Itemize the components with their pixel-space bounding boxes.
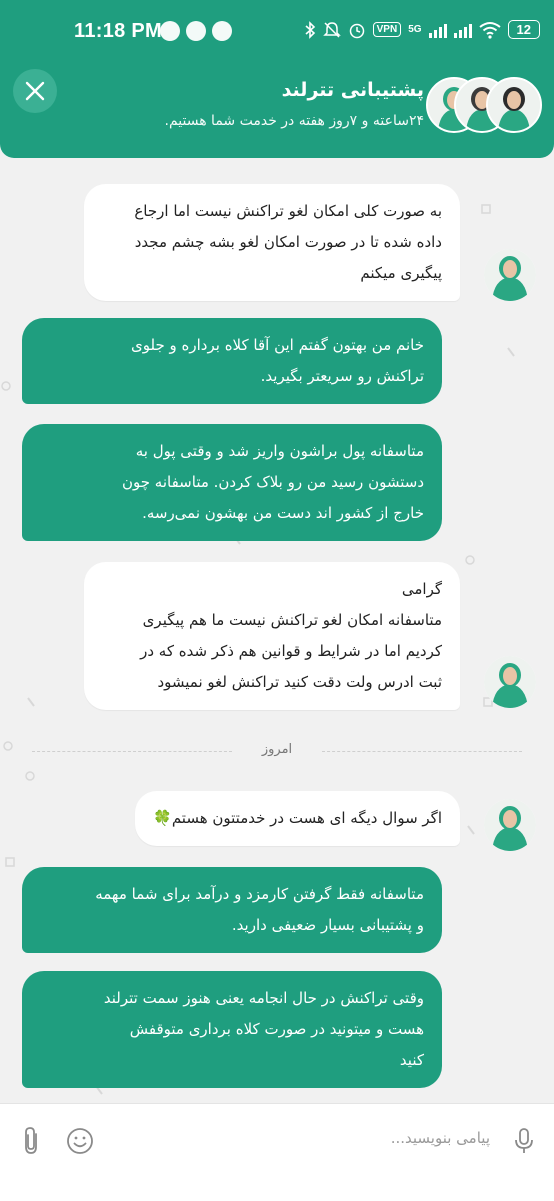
message-text: اگر سوال دیگه ای هست در خدمتتون هستم🍀 [153,809,442,827]
avatar [486,77,542,133]
avatar [484,249,536,301]
wifi-icon [478,21,501,39]
battery-indicator: 12 [507,20,540,39]
close-button[interactable] [13,69,57,113]
agent-avatars [426,77,542,133]
signal-icon [428,22,447,38]
bluetooth-icon [305,20,315,39]
network-type: 5G [408,24,422,35]
emoji-icon [67,1128,93,1154]
mic-icon [515,1128,533,1153]
message-bubble[interactable]: خانم من بهتون گفتم این آقا کلاه برداره و… [22,318,442,404]
message-bubble[interactable]: گرامی متاسفانه امکان لغو تراکنش نیست ما … [84,562,460,710]
message-text: به صورت کلی امکان لغو تراکنش نیست اما ار… [134,202,442,282]
message-list[interactable]: به صورت کلی امکان لغو تراکنش نیست اما ار… [0,158,554,1103]
avatar [484,799,536,851]
message-text: متاسفانه پول براشون واریز شد و وقتی پول … [122,442,424,522]
message-composer: پیامی بنویسید... [0,1103,554,1201]
avatar [484,656,536,708]
page-title: پشتیبانی تترلند [281,79,424,101]
message-text: گرامی متاسفانه امکان لغو تراکنش نیست ما … [140,580,442,691]
emoji-button[interactable] [64,1126,96,1156]
close-icon [25,81,45,101]
chat-icon [186,21,206,41]
message-bubble[interactable]: اگر سوال دیگه ای هست در خدمتتون هستم🍀 [135,791,460,846]
date-separator: امروز [32,741,522,763]
header-subtitle: ۲۴ساعته و ۷روز هفته در خدمت شما هستیم. [164,113,424,129]
attach-button[interactable] [18,1126,46,1156]
shield-icon [160,21,180,41]
signal-icon [453,22,472,38]
message-bubble[interactable]: متاسفانه پول براشون واریز شد و وقتی پول … [22,424,442,541]
attach-icon [25,1127,37,1154]
status-bar: 11:18 PM VPN 5G 12 [0,0,554,62]
message-bubble[interactable]: به صورت کلی امکان لغو تراکنش نیست اما ار… [84,184,460,301]
system-icons: VPN 5G 12 [304,20,540,39]
message-input[interactable]: پیامی بنویسید... [391,1129,490,1147]
alarm-icon [349,23,364,38]
chat-header: پشتیبانی تترلند ۲۴ساعته و ۷روز هفته در خ… [0,62,554,158]
status-time: 11:18 PM [74,20,163,42]
date-label: امروز [261,742,293,757]
notification-icons [160,21,232,41]
message-text: متاسفانه فقط گرفتن کارمزد و درآمد برای ش… [95,885,424,934]
mute-icon [322,21,341,38]
app-icon [212,21,232,41]
mic-button[interactable] [510,1126,538,1156]
message-text: وقتی تراکنش در حال انجامه یعنی هنوز سمت … [103,989,424,1069]
vpn-badge: VPN [372,22,402,37]
message-bubble[interactable]: متاسفانه فقط گرفتن کارمزد و درآمد برای ش… [22,867,442,953]
message-bubble[interactable]: وقتی تراکنش در حال انجامه یعنی هنوز سمت … [22,971,442,1088]
message-text: خانم من بهتون گفتم این آقا کلاه برداره و… [131,336,424,385]
